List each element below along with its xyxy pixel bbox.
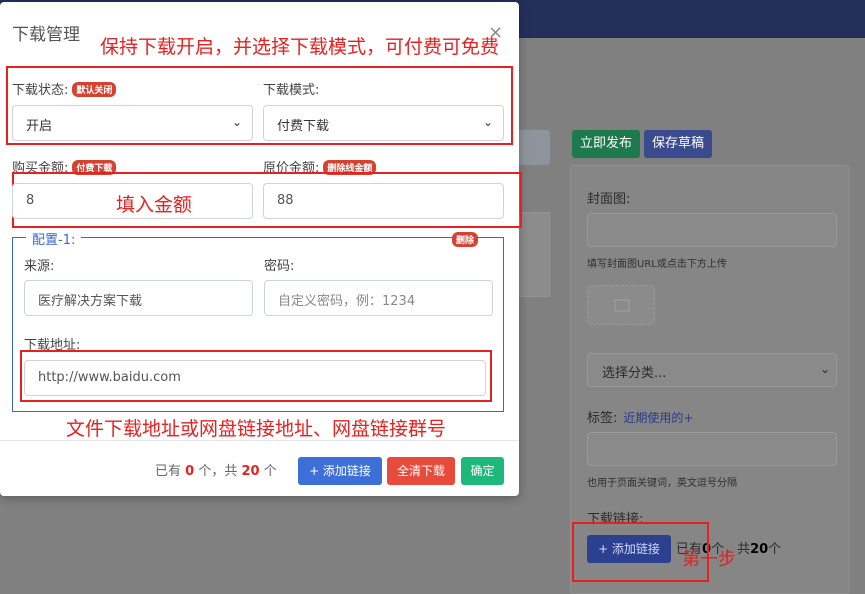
cover-upload-image-icon[interactable] [587,285,655,325]
link-count: 已有 0 个，共 20 个 [155,460,277,479]
tags-label: 标签: 近期使用的+ [587,407,693,426]
download-mode-label: 下载模式: [263,83,320,98]
count-total: 20 [241,464,260,479]
original-price-input[interactable]: 88 [263,183,504,219]
cover-hint: 填写封面图URL或点击下方上传 [587,259,727,270]
download-status-value: 开启 [26,119,53,134]
image-icon [614,299,630,312]
password-input[interactable]: 自定义密码，例：1234 [264,280,493,316]
chevron-down-icon: ⌄ [231,115,242,129]
category-select-value: 选择分类... [602,366,667,381]
tags-input[interactable] [587,432,837,466]
chevron-down-icon: ⌄ [482,115,493,129]
download-mode-select[interactable]: 付费下载 ⌄ [263,105,504,141]
chevron-down-icon: ⌄ [819,362,830,376]
download-status-select[interactable]: 开启 ⌄ [12,105,253,141]
config-delete-button[interactable]: 删除 [452,232,479,247]
download-status-label: 下载状态: 默认关闭 [12,79,117,98]
count-prefix: 已有 [155,464,182,479]
background-field [515,130,550,165]
source-label: 来源: [24,259,55,274]
default-off-badge: 默认关闭 [72,82,117,97]
cover-label: 封面图: [587,192,631,207]
count-mid: 个，共 [198,464,238,479]
tags-hint: 也用于页面关键词，英文逗号分隔 [587,478,737,489]
publish-button[interactable]: 立即发布 [572,130,641,158]
add-link-button[interactable]: + 添加链接 [298,457,382,485]
count-suffix: 个 [263,464,277,479]
category-select[interactable]: 选择分类... ⌄ [587,353,837,387]
count-have: 0 [185,464,195,479]
cover-url-input[interactable] [587,213,837,247]
confirm-button[interactable]: 确定 [461,457,504,485]
annotation-top: 保持下载开启，并选择下载模式，可付费可免费 [100,36,500,58]
download-manager-modal: 下载管理 × 保持下载开启，并选择下载模式，可付费可免费 下载状态: 默认关闭 开… [0,2,522,496]
annotation-amount: 填入金额 [116,194,193,216]
source-input[interactable]: 医疗解决方案下载 [24,280,253,316]
count-suffix: 个 [768,542,782,557]
password-label: 密码: [264,259,295,274]
download-url-input[interactable]: http://www.baidu.com [24,360,486,396]
count-total: 20 [750,542,769,557]
save-draft-button[interactable]: 保存草稿 [644,130,713,158]
clear-downloads-button[interactable]: 全清下载 [387,457,455,485]
recent-tags-link[interactable]: 近期使用的+ [623,411,693,425]
download-mode-value: 付费下载 [277,119,330,134]
download-status-label-text: 下载状态: [12,83,69,98]
modal-title: 下载管理 [12,25,80,45]
annotation-url: 文件下载地址或网盘链接地址、网盘链接群号 [66,418,447,440]
modal-footer-divider [0,440,519,441]
step-annotation: 第一步 [682,549,736,570]
tags-label-text: 标签: [587,411,618,426]
config-legend: 配置-1: [26,229,82,248]
